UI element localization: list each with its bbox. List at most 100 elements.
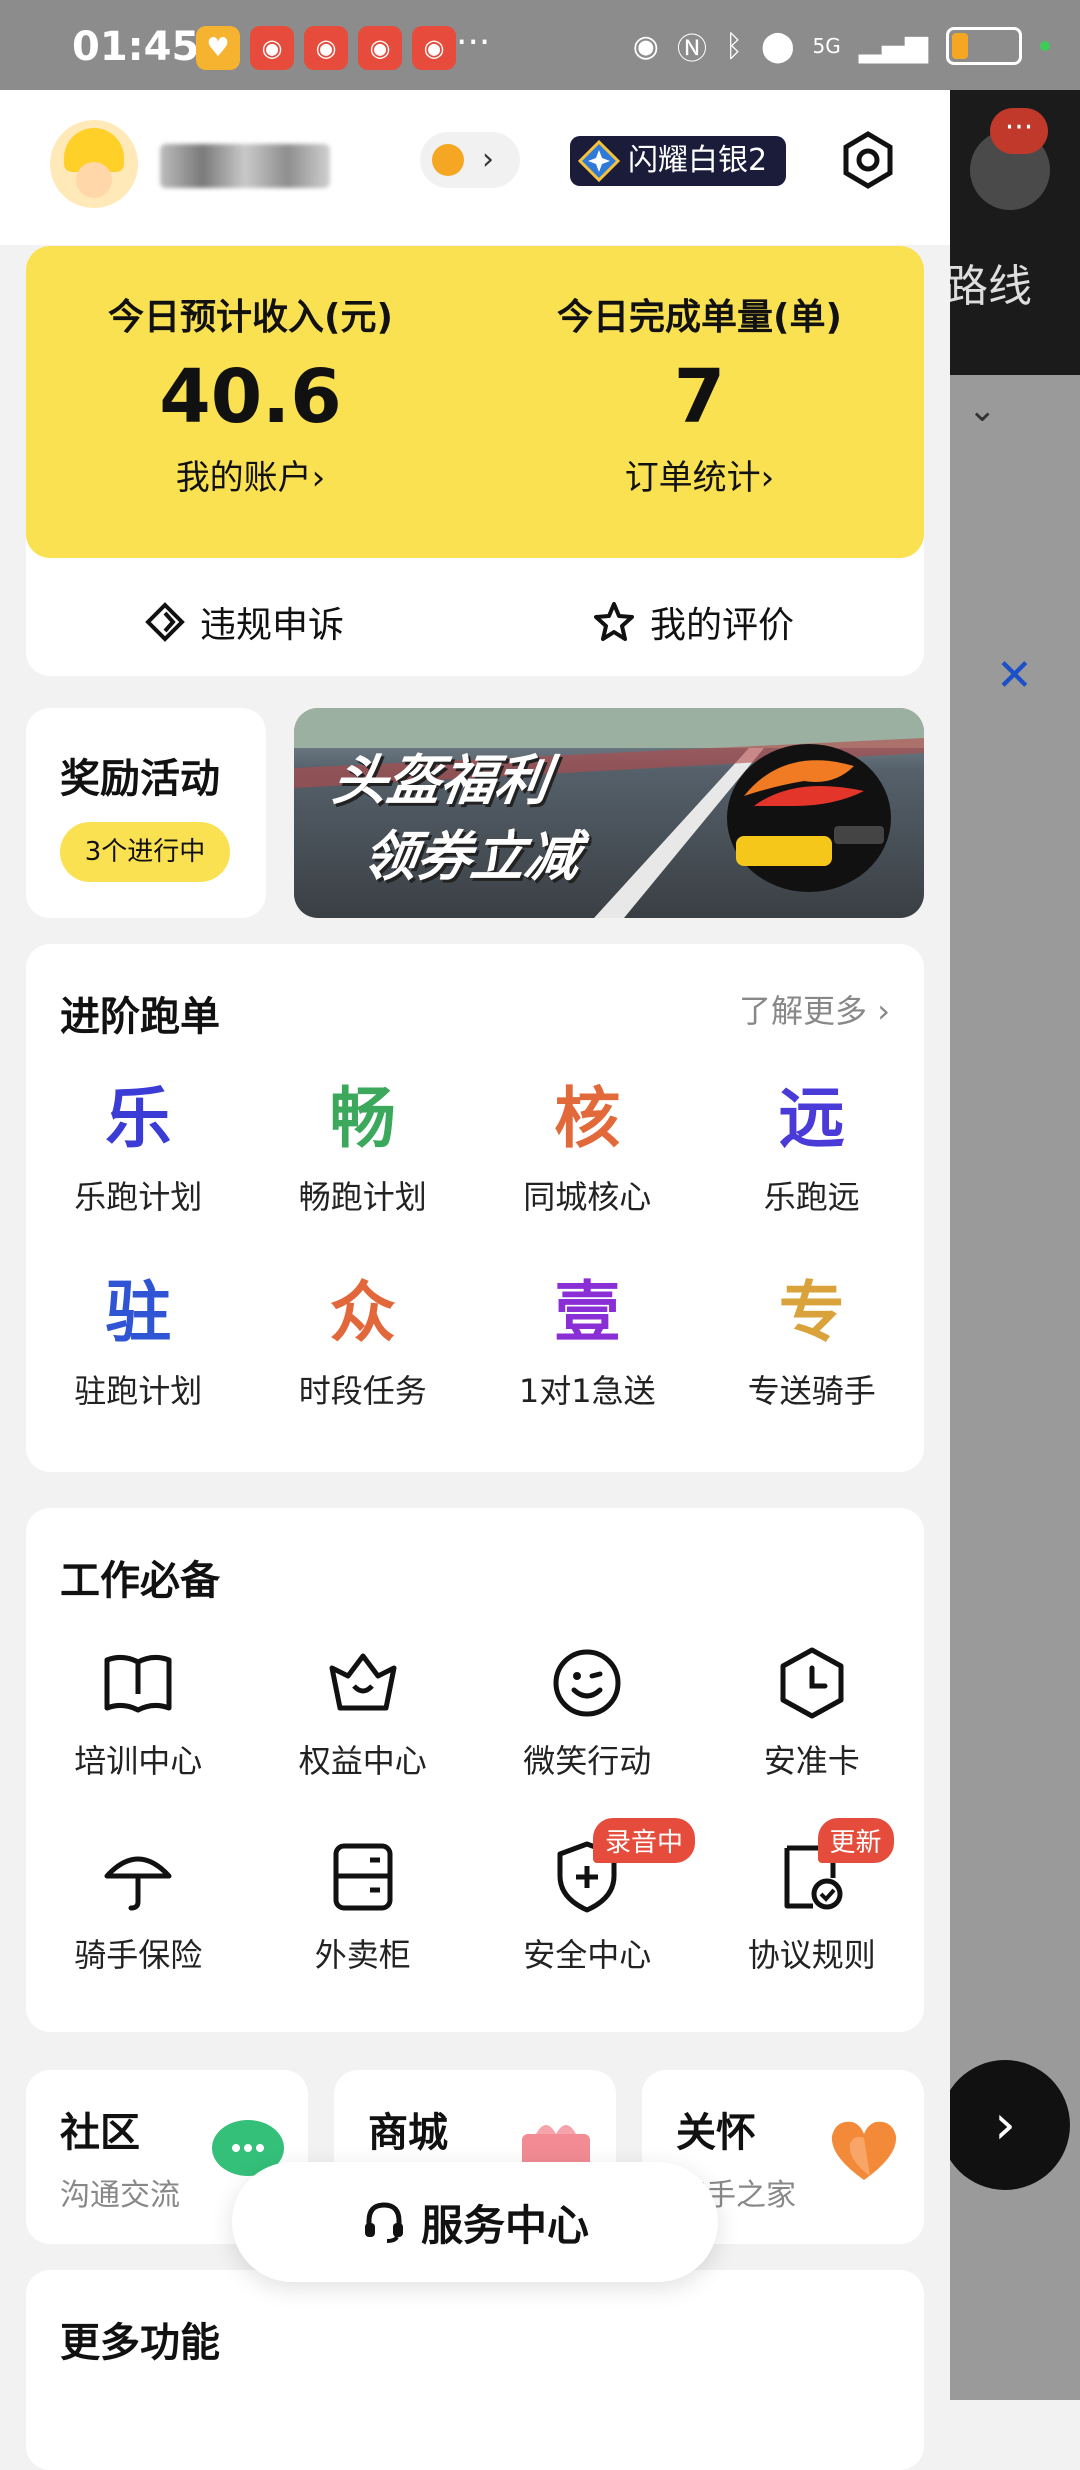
appeal-icon bbox=[145, 602, 185, 642]
my-account-link[interactable]: 我的账户› bbox=[26, 450, 475, 499]
signal-icon: ▂▄▆ bbox=[858, 28, 928, 64]
work-essentials-card: 工作必备 培训中心 权益中心 微笑行动 安准卡 骑手保险 外卖柜 录音中 安全中… bbox=[26, 1508, 924, 2032]
weibo-icon: ◉ bbox=[250, 26, 294, 70]
avatar[interactable] bbox=[50, 120, 138, 208]
work-item[interactable]: 更新 协议规则 bbox=[700, 1818, 925, 1976]
zhuan-icon: 专 bbox=[778, 1274, 845, 1351]
income-card: 今日预计收入(元) 40.6 我的账户› 今日完成单量(单) 7 订单统计› 违… bbox=[26, 246, 924, 676]
income-actions: 违规申诉 我的评价 bbox=[26, 558, 924, 676]
appeal-button[interactable]: 违规申诉 bbox=[144, 596, 344, 648]
income-summary: 今日预计收入(元) 40.6 我的账户› 今日完成单量(单) 7 订单统计› bbox=[26, 246, 924, 558]
advanced-item[interactable]: 壹 1对1急送 bbox=[475, 1268, 700, 1412]
settings-icon[interactable] bbox=[838, 130, 898, 190]
medal-button[interactable]: › bbox=[420, 132, 520, 188]
rider-profile-sheet: › 闪耀白银2 今日预计收入(元) 40.6 我的账户› 今日完成单量(单) 7 bbox=[0, 90, 950, 2470]
more-features-title: 更多功能 bbox=[60, 2320, 220, 2366]
helmet-promo-banner[interactable]: 头盔福利 领券立减 bbox=[294, 708, 924, 918]
zhong-icon: 众 bbox=[329, 1274, 396, 1351]
chang-icon: 畅 bbox=[329, 1080, 396, 1157]
umbrella-icon bbox=[104, 1856, 172, 1911]
next-arrow-button[interactable]: › bbox=[950, 2060, 1070, 2190]
profile-header: › 闪耀白银2 bbox=[0, 90, 950, 245]
close-icon: ✕ bbox=[996, 650, 1033, 701]
zhu-icon: 驻 bbox=[105, 1274, 172, 1351]
advanced-orders-card: 进阶跑单 了解更多 › 乐 乐跑计划 畅 畅跑计划 核 同城核心 远 乐跑远 驻… bbox=[26, 944, 924, 1472]
advanced-title: 进阶跑单 bbox=[60, 994, 220, 1040]
advanced-item[interactable]: 乐 乐跑计划 bbox=[26, 1074, 251, 1218]
status-bar: 01:45 ♥ ◉ ◉ ◉ ◉ ··· ◉ Ⓝ ᛒ ⬤ 5G ▂▄▆ bbox=[0, 0, 1080, 90]
more-features-card: 更多功能 bbox=[26, 2270, 924, 2470]
advanced-item[interactable]: 专 专送骑手 bbox=[700, 1268, 925, 1412]
yi-icon: 壹 bbox=[554, 1274, 621, 1351]
work-item-label: 骑手保险 bbox=[74, 1936, 203, 1974]
work-item[interactable]: 权益中心 bbox=[251, 1638, 476, 1782]
book-icon bbox=[104, 1654, 172, 1713]
message-badge: ··· bbox=[990, 108, 1048, 154]
helmet-icon bbox=[727, 744, 891, 892]
advanced-item-label: 时段任务 bbox=[298, 1372, 427, 1410]
work-item-label: 权益中心 bbox=[298, 1742, 427, 1780]
clock-icon bbox=[780, 1647, 844, 1719]
privacy-dot bbox=[1040, 41, 1050, 51]
learn-more-link[interactable]: 了解更多 › bbox=[739, 986, 890, 1032]
medal-icon bbox=[432, 144, 464, 176]
service-center-button[interactable]: 服务中心 bbox=[232, 2162, 718, 2282]
work-item-label: 外卖柜 bbox=[314, 1936, 411, 1974]
eye-icon: ◉ bbox=[632, 28, 659, 64]
update-badge: 更新 bbox=[817, 1818, 894, 1863]
orders-column: 今日完成单量(单) 7 订单统计› bbox=[475, 288, 924, 499]
advanced-item-label: 驻跑计划 bbox=[74, 1372, 203, 1410]
work-item[interactable]: 骑手保险 bbox=[26, 1832, 251, 1976]
work-item-label: 安全中心 bbox=[523, 1936, 652, 1974]
income-value: 40.6 bbox=[159, 354, 342, 440]
chevron-down-icon: ⌄ bbox=[968, 390, 997, 430]
community-title: 社区 bbox=[60, 2110, 140, 2156]
orders-value: 7 bbox=[673, 354, 726, 440]
rank-badge[interactable]: 闪耀白银2 bbox=[570, 136, 786, 186]
network-label: 5G bbox=[812, 34, 841, 58]
reward-card[interactable]: 奖励活动 3个进行中 bbox=[26, 708, 266, 918]
clock: 01:45 bbox=[72, 24, 200, 70]
work-item[interactable]: 微笑行动 bbox=[475, 1638, 700, 1782]
work-title: 工作必备 bbox=[60, 1558, 220, 1604]
advanced-item-label: 乐跑远 bbox=[763, 1178, 860, 1216]
location-icon: ⬤ bbox=[760, 28, 795, 64]
reward-count-pill: 3个进行中 bbox=[60, 822, 230, 882]
headset-icon bbox=[364, 2202, 403, 2243]
work-item[interactable]: 外卖柜 bbox=[251, 1832, 476, 1976]
rating-label: 我的评价 bbox=[650, 605, 795, 646]
work-item[interactable]: 培训中心 bbox=[26, 1638, 251, 1782]
weibo-icon: ◉ bbox=[412, 26, 456, 70]
advanced-item-label: 专送骑手 bbox=[747, 1372, 876, 1410]
advanced-item[interactable]: 驻 驻跑计划 bbox=[26, 1268, 251, 1412]
advanced-item[interactable]: 核 同城核心 bbox=[475, 1074, 700, 1218]
advanced-item-label: 乐跑计划 bbox=[74, 1178, 203, 1216]
my-rating-button[interactable]: 我的评价 bbox=[592, 596, 794, 648]
smile-icon bbox=[553, 1649, 621, 1717]
chevron-right-icon: › bbox=[482, 142, 494, 177]
advanced-item-label: 畅跑计划 bbox=[298, 1178, 427, 1216]
weibo-icon: ◉ bbox=[304, 26, 348, 70]
work-grid: 培训中心 权益中心 微笑行动 安准卡 骑手保险 外卖柜 录音中 安全中心 更新 … bbox=[26, 1638, 924, 1976]
work-item[interactable]: 安准卡 bbox=[700, 1638, 925, 1782]
work-item[interactable]: 录音中 安全中心 bbox=[475, 1818, 700, 1976]
mall-title: 商城 bbox=[368, 2110, 448, 2156]
weibo-icon: ◉ bbox=[358, 26, 402, 70]
order-stats-link[interactable]: 订单统计› bbox=[475, 450, 924, 499]
advanced-item[interactable]: 远 乐跑远 bbox=[700, 1074, 925, 1218]
orders-label: 今日完成单量(单) bbox=[557, 297, 842, 338]
more-notifications-icon: ··· bbox=[456, 22, 491, 63]
reward-title: 奖励活动 bbox=[60, 756, 220, 802]
community-subtitle: 沟通交流 bbox=[60, 2178, 180, 2213]
banner-line1: 头盔福利 bbox=[328, 748, 554, 812]
advanced-item-label: 同城核心 bbox=[523, 1178, 652, 1216]
le-icon: 乐 bbox=[105, 1080, 172, 1157]
work-item-label: 培训中心 bbox=[74, 1742, 203, 1780]
work-item-label: 协议规则 bbox=[747, 1936, 876, 1974]
advanced-item[interactable]: 众 时段任务 bbox=[251, 1268, 476, 1412]
battery-icon bbox=[946, 27, 1022, 65]
appeal-label: 违规申诉 bbox=[200, 605, 345, 646]
peek-route-label: 路线 bbox=[950, 261, 1032, 312]
advanced-item[interactable]: 畅 畅跑计划 bbox=[251, 1074, 476, 1218]
advanced-item-label: 1对1急送 bbox=[518, 1372, 656, 1410]
